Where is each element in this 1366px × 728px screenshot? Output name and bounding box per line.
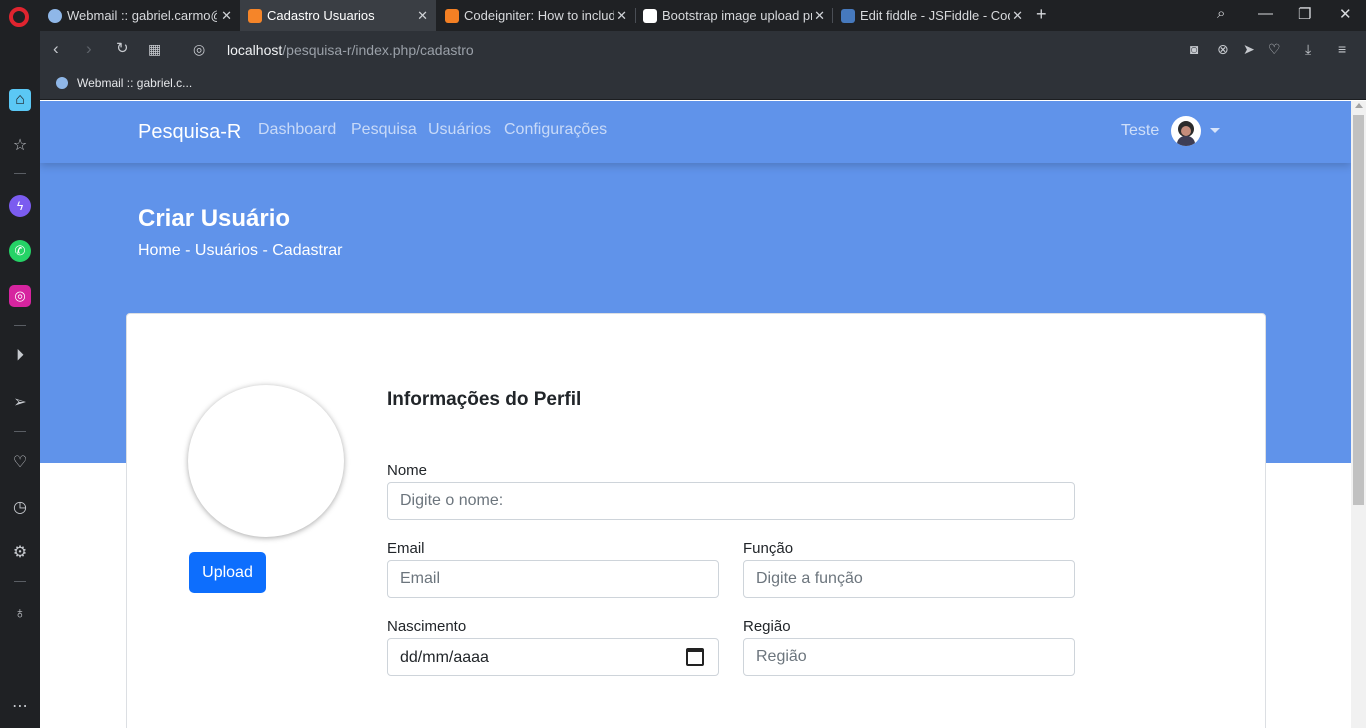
scrollbar-thumb[interactable] xyxy=(1353,115,1364,505)
player-icon[interactable]: ⏵ xyxy=(9,345,31,367)
nascimento-label: Nascimento xyxy=(387,618,467,635)
close-tab-icon[interactable]: ✕ xyxy=(1012,8,1023,24)
tab-webmail[interactable]: Webmail :: gabriel.carmo@ ✕ xyxy=(40,0,240,31)
funcao-input[interactable] xyxy=(743,560,1075,598)
xampp-favicon-icon xyxy=(248,8,262,23)
bookmarks-bar: Webmail :: gabriel.c... xyxy=(40,69,1366,100)
profile-photo-placeholder xyxy=(188,385,344,537)
snapshot-icon[interactable]: ◙ xyxy=(1190,41,1198,57)
navbar-brand[interactable]: Pesquisa-R xyxy=(138,121,241,144)
nav-link-usuarios[interactable]: Usuários xyxy=(428,121,491,139)
nome-label: Nome xyxy=(387,462,428,479)
back-icon[interactable]: ‹ xyxy=(53,40,59,58)
messenger-icon[interactable]: ϟ xyxy=(9,195,31,217)
tab-bootstrap-upload[interactable]: Bootstrap image upload pr ✕ xyxy=(635,0,833,31)
star-icon[interactable]: ☆ xyxy=(9,134,31,156)
nome-input[interactable] xyxy=(387,482,1075,520)
restore-window-icon[interactable]: ❐ xyxy=(1298,5,1311,23)
new-tab-icon[interactable]: + xyxy=(1036,4,1047,25)
close-window-icon[interactable]: ✕ xyxy=(1339,5,1352,23)
browser-sidebar: ⌂ ☆ ϟ ✆ ◎ ⏵ ➢ ♡ ◷ ⚙ ♁ ⋯ xyxy=(0,31,40,728)
email-input[interactable] xyxy=(387,560,719,598)
breadcrumb: Home - Usuários - Cadastrar xyxy=(138,242,343,259)
calendar-icon[interactable] xyxy=(686,648,704,666)
settings-gear-icon[interactable]: ⚙ xyxy=(9,541,31,563)
upload-button[interactable]: Upload xyxy=(189,552,266,593)
url-field[interactable]: localhost/pesquisa-r/index.php/cadastro xyxy=(227,42,474,58)
history-icon[interactable]: ◷ xyxy=(9,496,31,518)
tab-jsfiddle[interactable]: Edit fiddle - JSFiddle - Code ✕ xyxy=(833,0,1031,31)
tab-cadastro-usuarios[interactable]: Cadastro Usuarios ✕ xyxy=(240,0,436,31)
web-page: Pesquisa-R Dashboard Pesquisa Usuários C… xyxy=(40,101,1351,728)
instagram-icon[interactable]: ◎ xyxy=(9,285,31,307)
site-info-icon[interactable]: ◎ xyxy=(193,40,205,58)
user-dropdown-caret-icon[interactable] xyxy=(1210,128,1220,133)
bookmark-webmail[interactable]: Webmail :: gabriel.c... xyxy=(56,76,192,90)
page-title: Criar Usuário xyxy=(138,205,291,232)
codepen-favicon-icon xyxy=(643,8,657,23)
send-icon[interactable]: ➢ xyxy=(9,391,31,413)
nav-link-pesquisa[interactable]: Pesquisa xyxy=(351,121,417,139)
nascimento-date-value: dd/mm/aaaa xyxy=(400,649,489,666)
tab-title: Codeigniter: How to includ xyxy=(464,8,614,23)
opera-logo-icon[interactable] xyxy=(9,7,29,27)
adblock-icon[interactable]: ⊗ xyxy=(1217,41,1229,58)
more-icon[interactable]: ⋯ xyxy=(9,695,31,717)
funcao-label: Função xyxy=(743,540,794,557)
top-navbar: Pesquisa-R Dashboard Pesquisa Usuários C… xyxy=(40,101,1351,163)
bookmark-label: Webmail :: gabriel.c... xyxy=(77,76,193,90)
search-tabs-icon[interactable]: ⌕ xyxy=(1217,5,1225,22)
regiao-input[interactable] xyxy=(743,638,1075,676)
minimize-window-icon[interactable]: — xyxy=(1258,5,1273,22)
downloads-icon[interactable]: ⤓ xyxy=(1305,41,1311,58)
profile-section-title: Informações do Perfil xyxy=(387,389,582,410)
close-tab-icon[interactable]: ✕ xyxy=(814,8,825,24)
address-bar: ‹ › ↻ ▦ ◎ localhost/pesquisa-r/index.php… xyxy=(40,31,1366,69)
tab-codeigniter[interactable]: Codeigniter: How to includ ✕ xyxy=(437,0,635,31)
nav-link-dashboard[interactable]: Dashboard xyxy=(258,121,336,139)
jsfiddle-favicon-icon xyxy=(841,8,855,23)
tab-title: Webmail :: gabriel.carmo@ xyxy=(67,8,217,23)
home-icon[interactable]: ⌂ xyxy=(9,89,31,111)
menu-icon[interactable]: ≡ xyxy=(1338,41,1346,57)
send-icon[interactable]: ➤ xyxy=(1243,41,1255,58)
url-host: localhost xyxy=(227,42,283,58)
whatsapp-icon[interactable]: ✆ xyxy=(9,240,31,262)
user-avatar[interactable] xyxy=(1171,116,1201,146)
scroll-up-icon[interactable] xyxy=(1355,103,1363,108)
speed-dial-icon[interactable]: ▦ xyxy=(148,40,161,58)
user-name[interactable]: Teste xyxy=(1121,122,1159,140)
close-tab-icon[interactable]: ✕ xyxy=(616,8,627,24)
webmail-favicon-icon xyxy=(48,8,62,23)
nav-link-configuracoes[interactable]: Configurações xyxy=(504,121,607,139)
browser-tab-bar: Webmail :: gabriel.carmo@ ✕ Cadastro Usu… xyxy=(0,0,1366,31)
stackoverflow-favicon-icon xyxy=(445,8,459,23)
tab-title: Edit fiddle - JSFiddle - Code xyxy=(860,8,1010,23)
reload-icon[interactable]: ↻ xyxy=(116,40,129,58)
heart-icon[interactable]: ♡ xyxy=(9,451,31,473)
lightbulb-icon[interactable]: ♁ xyxy=(9,603,31,625)
url-path: /pesquisa-r/index.php/cadastro xyxy=(282,42,474,58)
regiao-label: Região xyxy=(743,618,791,635)
profile-card: Upload Informações do Perfil Nome Email … xyxy=(126,313,1266,728)
tab-title: Cadastro Usuarios xyxy=(267,8,375,23)
webmail-favicon-icon xyxy=(56,77,68,89)
close-tab-icon[interactable]: ✕ xyxy=(417,8,428,24)
forward-icon[interactable]: › xyxy=(86,40,92,58)
close-tab-icon[interactable]: ✕ xyxy=(221,8,232,24)
bookmark-heart-icon[interactable]: ♡ xyxy=(1268,41,1281,58)
tab-title: Bootstrap image upload pr xyxy=(662,8,812,23)
page-scrollbar[interactable] xyxy=(1351,101,1366,728)
nascimento-date-input[interactable]: dd/mm/aaaa xyxy=(387,638,719,676)
email-label: Email xyxy=(387,540,425,557)
